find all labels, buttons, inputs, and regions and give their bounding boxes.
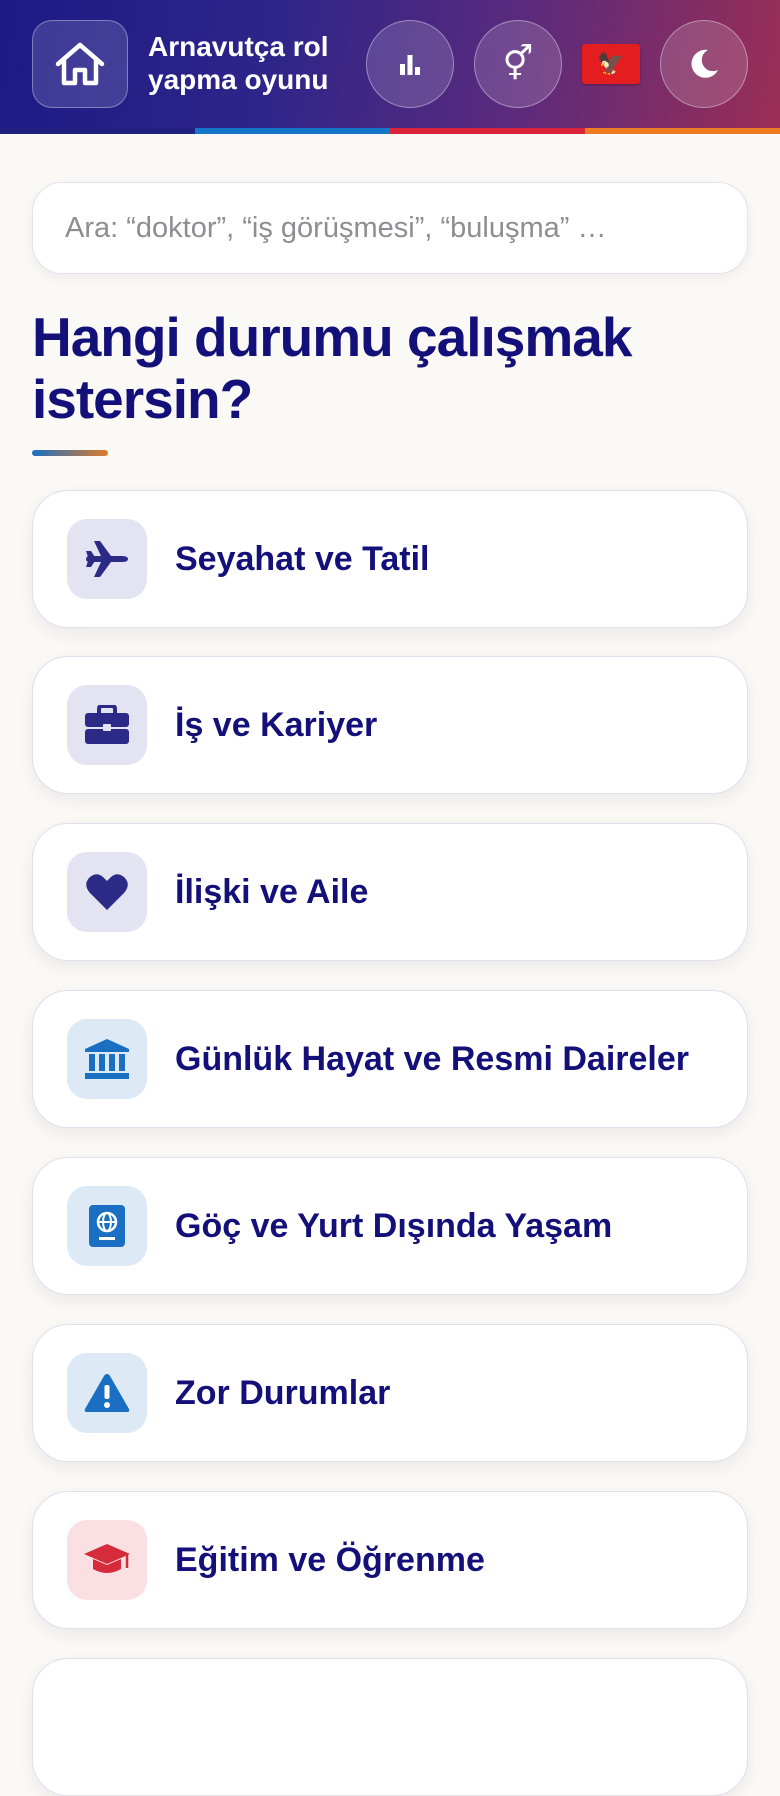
header-stripe	[0, 128, 780, 134]
category-label: Eğitim ve Öğrenme	[175, 1540, 485, 1579]
page-title: Hangi durumu çalışmak istersin?	[32, 306, 632, 430]
category-icon-box	[67, 1353, 147, 1433]
category-card-migration[interactable]: Göç ve Yurt Dışında Yaşam	[32, 1157, 748, 1295]
category-card-career[interactable]: İş ve Kariyer	[32, 656, 748, 794]
category-card-education[interactable]: Eğitim ve Öğrenme	[32, 1491, 748, 1629]
category-card-travel[interactable]: Seyahat ve Tatil	[32, 490, 748, 628]
category-label: İlişki ve Aile	[175, 872, 369, 911]
category-icon-box	[67, 519, 147, 599]
moon-icon	[691, 49, 718, 78]
category-label: Günlük Hayat ve Resmi Daireler	[175, 1039, 690, 1078]
category-card-daily-life[interactable]: Günlük Hayat ve Resmi Daireler	[32, 990, 748, 1128]
app-header: Arnavutça rol yapma oyunu ⚥ 🦅	[0, 0, 780, 128]
category-icon-box	[67, 1520, 147, 1600]
stripe-segment	[585, 128, 780, 134]
albania-flag-icon: 🦅	[597, 51, 625, 76]
theme-toggle-button[interactable]	[660, 20, 748, 108]
category-icon-box	[67, 1019, 147, 1099]
category-card-relationships[interactable]: İlişki ve Aile	[32, 823, 748, 961]
category-card-more[interactable]	[32, 1658, 748, 1796]
graduation-cap-icon	[84, 1544, 130, 1573]
home-button[interactable]	[32, 20, 128, 108]
briefcase-icon	[85, 705, 129, 744]
airplane-icon	[86, 541, 128, 577]
stats-button[interactable]	[366, 20, 454, 108]
search-box	[32, 182, 748, 274]
category-icon-box	[67, 1186, 147, 1266]
heading-underline	[32, 450, 108, 456]
search-input[interactable]	[33, 183, 747, 273]
stripe-segment	[195, 128, 390, 134]
gender-symbol-icon: ⚥	[502, 45, 534, 83]
gender-button[interactable]: ⚥	[474, 20, 562, 108]
passport-icon	[89, 1205, 125, 1247]
category-icon-box	[67, 685, 147, 765]
category-label: Göç ve Yurt Dışında Yaşam	[175, 1206, 613, 1245]
language-flag-button[interactable]: 🦅	[582, 44, 640, 84]
category-label: Zor Durumlar	[175, 1373, 391, 1412]
category-label: Seyahat ve Tatil	[175, 539, 430, 578]
heart-icon	[86, 874, 128, 910]
bar-chart-icon	[400, 55, 420, 75]
category-card-hard-situations[interactable]: Zor Durumlar	[32, 1324, 748, 1462]
app-title: Arnavutça rol yapma oyunu	[148, 31, 329, 95]
bank-building-icon	[85, 1039, 129, 1079]
category-icon-box	[67, 852, 147, 932]
home-icon	[55, 42, 105, 86]
warning-icon	[84, 1374, 130, 1412]
stripe-segment	[390, 128, 585, 134]
category-label: İş ve Kariyer	[175, 705, 378, 744]
stripe-segment	[0, 128, 195, 134]
